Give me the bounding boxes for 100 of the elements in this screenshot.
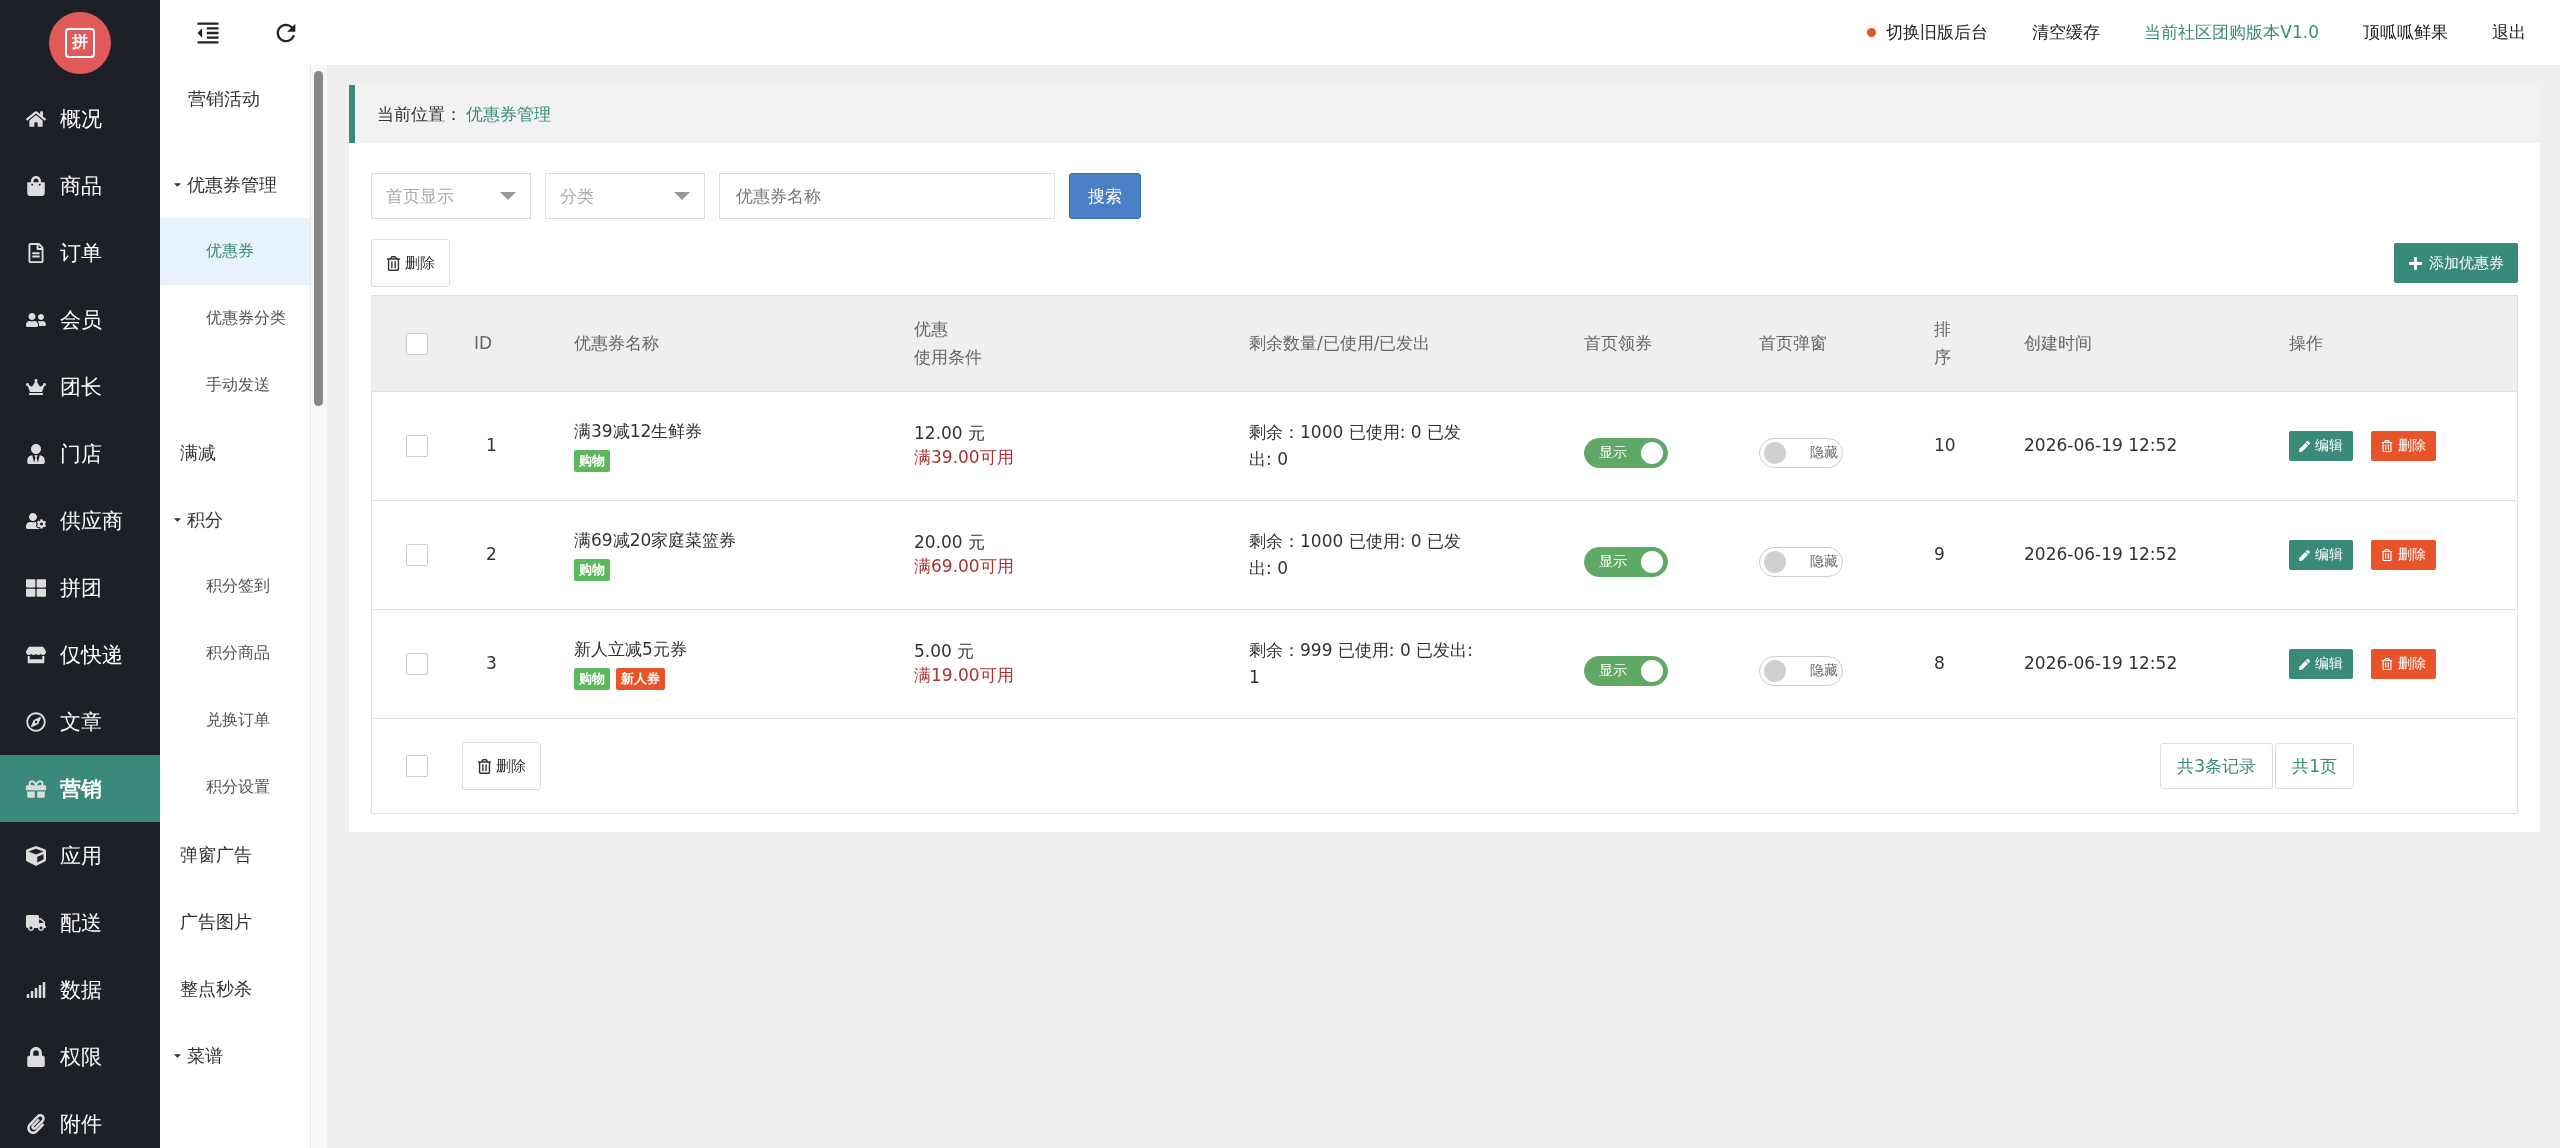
submenu-item[interactable]: 整点秒杀	[160, 955, 310, 1022]
pagination-info[interactable]: 共3条记录	[2160, 743, 2274, 789]
column-header: 操作	[2288, 331, 2324, 355]
submenu-item[interactable]: 优惠券分类	[160, 285, 310, 352]
table-cell-text: 10	[1934, 434, 1957, 458]
column-header: 优惠券名称	[573, 331, 660, 355]
nav-item[interactable]: 营销	[0, 755, 160, 822]
search-button[interactable]: 搜索	[1069, 173, 1141, 219]
nav-item[interactable]: 附件	[0, 1090, 160, 1148]
submenu-item[interactable]: 满减	[160, 419, 310, 486]
paperclip-icon	[26, 1113, 46, 1134]
nav-item[interactable]: 配送	[0, 889, 160, 956]
delete-button[interactable]: 删除	[2371, 431, 2436, 461]
header-link[interactable]: 清空缓存	[2032, 21, 2101, 44]
tag: 新人券	[616, 667, 665, 690]
discount-amount: 5.00 元	[914, 640, 976, 664]
submenu-item[interactable]: 优惠券	[160, 218, 310, 285]
nav-item[interactable]: 商品	[0, 152, 160, 219]
stock-text: 剩余：999 已使用: 0 已发出: 1	[1249, 638, 1474, 689]
scrollbar-thumb[interactable]	[314, 71, 323, 406]
delete-button[interactable]: 删除	[462, 742, 541, 790]
header-link[interactable]: 顶呱呱鲜果	[2363, 21, 2448, 44]
pencil-icon	[2299, 658, 2310, 670]
nav-item[interactable]: 供应商	[0, 487, 160, 554]
gift-icon	[26, 778, 46, 799]
checkbox[interactable]	[406, 332, 428, 355]
column-header: ID	[473, 331, 494, 355]
submenu-title: 营销活动	[187, 87, 261, 111]
edit-button[interactable]: 编辑	[2289, 649, 2353, 679]
home-popup-toggle[interactable]: 隐藏	[1759, 656, 1843, 686]
home-popup-toggle[interactable]: 隐藏	[1759, 438, 1843, 468]
table-cell-text: 1	[485, 434, 498, 458]
trash-icon	[477, 758, 492, 774]
table-cell-text: 3	[485, 652, 498, 676]
user-icon	[26, 443, 46, 464]
discount-amount: 12.00 元	[914, 422, 987, 446]
add-coupon-button[interactable]: 添加优惠券	[2394, 243, 2518, 283]
trash-icon	[2381, 440, 2393, 452]
submenu-item[interactable]: 积分商品	[160, 620, 310, 687]
bar-chart-icon	[26, 979, 46, 1000]
submenu-item[interactable]: 广告图片	[160, 888, 310, 955]
logo-text: 拼	[65, 27, 95, 58]
coupon-name: 新人立减5元券	[574, 638, 688, 662]
tag: 购物	[574, 667, 610, 690]
plus-icon	[2408, 255, 2423, 271]
nav-item[interactable]: 概况	[0, 85, 160, 152]
table-cell-text: 2026-06-19 12:52	[2024, 434, 2179, 458]
delete-button[interactable]: 删除	[371, 239, 450, 287]
nav-item[interactable]: 订单	[0, 219, 160, 286]
nav-item[interactable]: 权限	[0, 1023, 160, 1090]
trash-icon	[2381, 658, 2393, 670]
header-link[interactable]: 当前社区团购版本V1.0	[2144, 21, 2319, 44]
nav-item[interactable]: 文章	[0, 688, 160, 755]
nav-item[interactable]: 会员	[0, 286, 160, 353]
home-icon	[26, 108, 46, 129]
coupon-name: 满69减20家庭菜篮券	[574, 529, 738, 553]
pencil-icon	[2299, 440, 2310, 452]
nav-item[interactable]: 门店	[0, 420, 160, 487]
checkbox[interactable]	[406, 544, 428, 566]
submenu-item[interactable]: 积分	[160, 486, 310, 553]
checkbox[interactable]	[406, 435, 428, 457]
edit-button[interactable]: 编辑	[2289, 540, 2353, 570]
table-cell-text: 2026-06-19 12:52	[2024, 543, 2179, 567]
submenu-item[interactable]: 手动发送	[160, 352, 310, 419]
submenu-item[interactable]: 弹窗广告	[160, 821, 310, 888]
coupon-name: 满39减12生鲜券	[574, 420, 704, 444]
nav-item[interactable]: 团长	[0, 353, 160, 420]
pagination-info[interactable]: 共1页	[2275, 743, 2354, 789]
compass-icon	[26, 711, 46, 732]
table-cell-text: 2026-06-19 12:52	[2024, 652, 2179, 676]
delete-button[interactable]: 删除	[2371, 649, 2436, 679]
submenu-item[interactable]: 兑换订单	[160, 687, 310, 754]
header-link[interactable]: 退出	[2492, 21, 2526, 44]
nav-item[interactable]: 应用	[0, 822, 160, 889]
home-popup-toggle[interactable]: 隐藏	[1759, 547, 1843, 577]
usage-condition: 满39.00可用	[914, 446, 1015, 469]
table-cell-text: 8	[1934, 652, 1946, 676]
grid-icon	[26, 577, 46, 598]
edit-button[interactable]: 编辑	[2289, 431, 2353, 461]
stock-text: 剩余：1000 已使用: 0 已发出: 0	[1249, 529, 1463, 580]
submenu-item[interactable]: 优惠券管理	[160, 151, 310, 218]
nav-item[interactable]: 拼团	[0, 554, 160, 621]
caret-icon	[500, 192, 516, 200]
submenu-item[interactable]: 积分签到	[160, 553, 310, 620]
column-header: 剩余数量/已使用/已发出	[1248, 331, 1432, 355]
delete-button[interactable]: 删除	[2371, 540, 2436, 570]
usage-condition: 满19.00可用	[914, 664, 1015, 687]
truck-icon	[26, 912, 46, 933]
search-field[interactable]: 优惠券名称	[719, 173, 1055, 219]
header-link[interactable]: 切换旧版后台	[1867, 21, 1989, 44]
submenu-item[interactable]: 菜谱	[160, 1022, 310, 1089]
tag: 购物	[574, 558, 610, 581]
checkbox[interactable]	[406, 755, 428, 777]
nav-item[interactable]: 仅快递	[0, 621, 160, 688]
breadcrumb-link[interactable]: 优惠券管理	[466, 102, 551, 126]
checkbox[interactable]	[406, 653, 428, 675]
submenu-item[interactable]: 积分设置	[160, 754, 310, 821]
column-header: 首页弹窗	[1758, 331, 1828, 355]
nav-item[interactable]: 数据	[0, 956, 160, 1023]
crown-icon	[26, 376, 46, 397]
